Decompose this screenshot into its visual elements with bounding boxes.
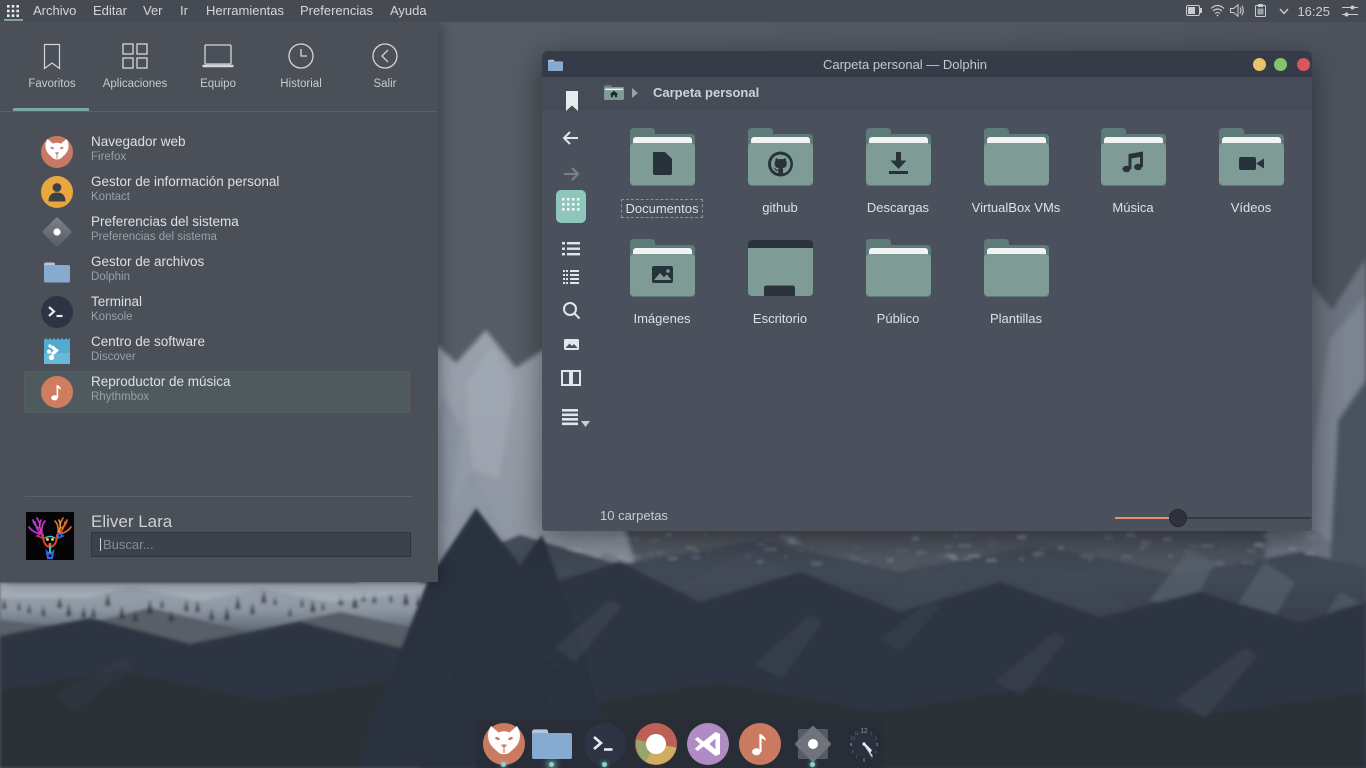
svg-text:9: 9	[850, 742, 853, 747]
svg-text:3: 3	[876, 742, 879, 747]
svg-text:12: 12	[860, 728, 868, 735]
svg-text:11: 11	[854, 731, 859, 736]
svg-text:6: 6	[863, 758, 866, 763]
svg-text:10: 10	[850, 736, 855, 741]
